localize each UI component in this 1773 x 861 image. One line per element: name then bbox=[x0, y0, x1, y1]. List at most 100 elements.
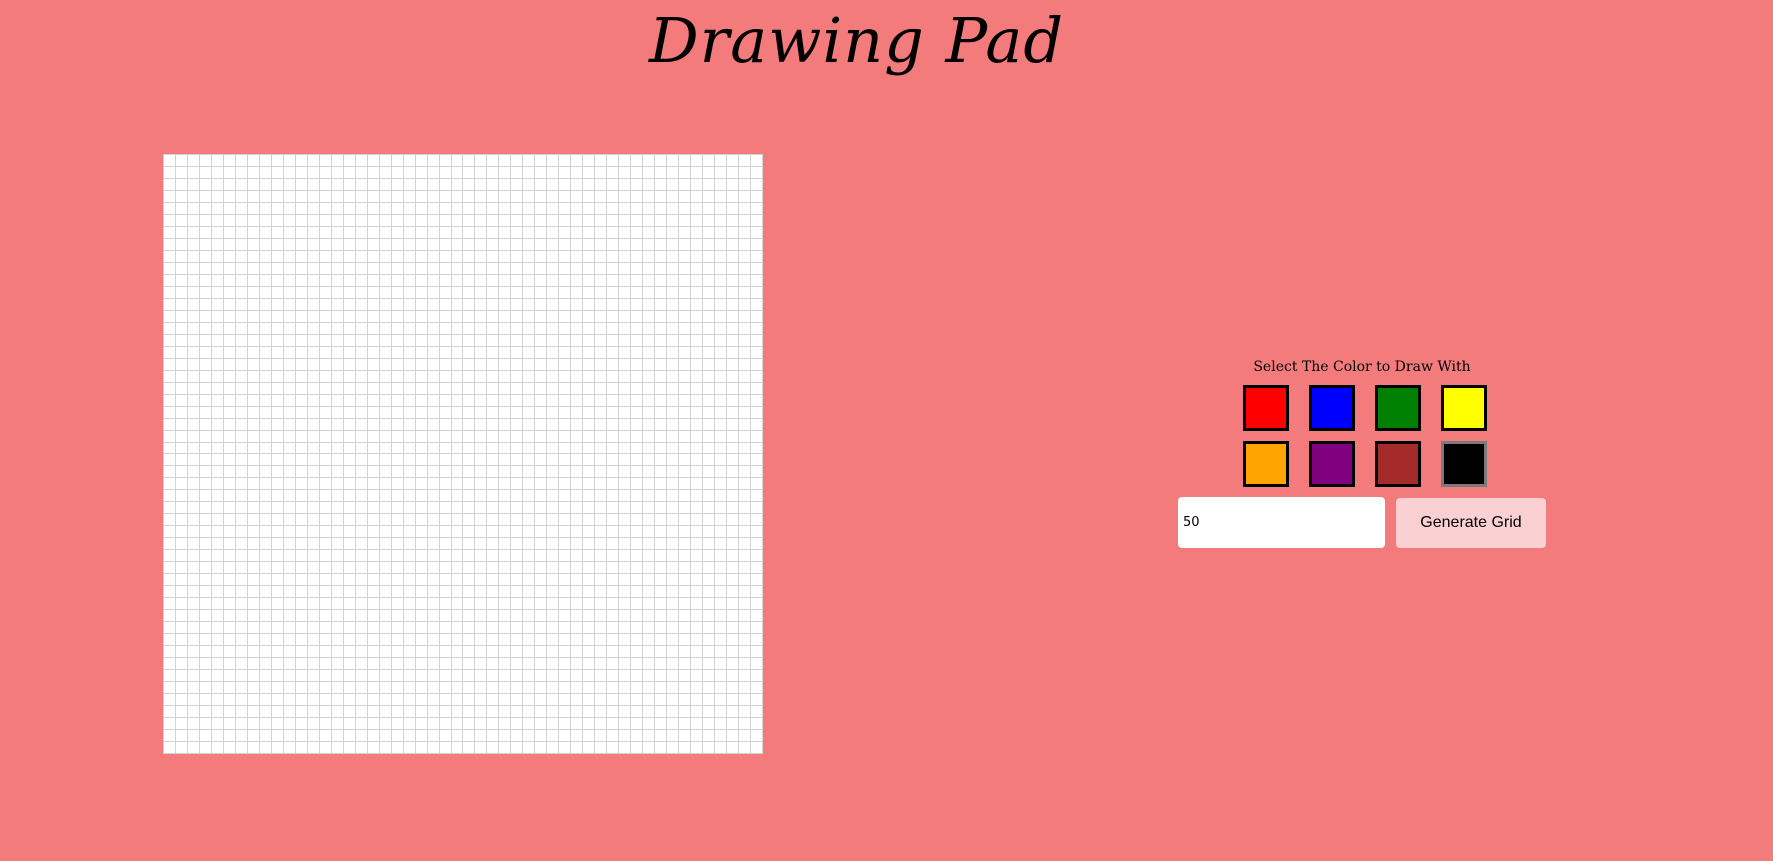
grid-cell[interactable] bbox=[691, 478, 704, 491]
grid-cell[interactable] bbox=[571, 742, 584, 754]
grid-cell[interactable] bbox=[427, 526, 440, 539]
grid-cell[interactable] bbox=[164, 178, 176, 191]
grid-cell[interactable] bbox=[571, 394, 584, 407]
grid-cell[interactable] bbox=[439, 322, 452, 335]
grid-cell[interactable] bbox=[271, 514, 284, 527]
grid-cell[interactable] bbox=[475, 742, 488, 754]
grid-cell[interactable] bbox=[271, 550, 284, 563]
grid-cell[interactable] bbox=[547, 370, 560, 383]
grid-cell[interactable] bbox=[475, 526, 488, 539]
grid-cell[interactable] bbox=[475, 694, 488, 707]
grid-cell[interactable] bbox=[727, 478, 740, 491]
grid-cell[interactable] bbox=[643, 382, 656, 395]
grid-cell[interactable] bbox=[319, 574, 332, 587]
grid-cell[interactable] bbox=[751, 155, 763, 167]
grid-cell[interactable] bbox=[187, 358, 200, 371]
grid-cell[interactable] bbox=[211, 202, 224, 215]
grid-cell[interactable] bbox=[607, 334, 620, 347]
grid-cell[interactable] bbox=[451, 526, 464, 539]
grid-cell[interactable] bbox=[583, 286, 596, 299]
grid-cell[interactable] bbox=[247, 430, 260, 443]
grid-cell[interactable] bbox=[475, 682, 488, 695]
grid-cell[interactable] bbox=[259, 358, 272, 371]
grid-cell[interactable] bbox=[391, 562, 404, 575]
grid-cell[interactable] bbox=[199, 310, 212, 323]
grid-cell[interactable] bbox=[343, 538, 356, 551]
grid-cell[interactable] bbox=[164, 238, 176, 251]
grid-cell[interactable] bbox=[499, 646, 512, 659]
grid-cell[interactable] bbox=[367, 334, 380, 347]
grid-cell[interactable] bbox=[667, 178, 680, 191]
grid-cell[interactable] bbox=[175, 262, 188, 275]
grid-cell[interactable] bbox=[655, 694, 668, 707]
grid-cell[interactable] bbox=[631, 238, 644, 251]
grid-cell[interactable] bbox=[247, 166, 260, 179]
grid-cell[interactable] bbox=[715, 502, 728, 515]
grid-cell[interactable] bbox=[571, 442, 584, 455]
grid-cell[interactable] bbox=[175, 430, 188, 443]
grid-cell[interactable] bbox=[715, 418, 728, 431]
grid-cell[interactable] bbox=[355, 214, 368, 227]
grid-cell[interactable] bbox=[175, 598, 188, 611]
grid-cell[interactable] bbox=[463, 214, 476, 227]
grid-cell[interactable] bbox=[535, 574, 548, 587]
grid-cell[interactable] bbox=[655, 634, 668, 647]
grid-cell[interactable] bbox=[379, 478, 392, 491]
grid-cell[interactable] bbox=[199, 166, 212, 179]
grid-cell[interactable] bbox=[475, 274, 488, 287]
grid-cell[interactable] bbox=[247, 298, 260, 311]
grid-cell[interactable] bbox=[511, 250, 524, 263]
grid-cell[interactable] bbox=[547, 238, 560, 251]
grid-cell[interactable] bbox=[655, 526, 668, 539]
grid-cell[interactable] bbox=[739, 682, 752, 695]
grid-cell[interactable] bbox=[619, 526, 632, 539]
grid-cell[interactable] bbox=[319, 394, 332, 407]
grid-cell[interactable] bbox=[667, 346, 680, 359]
grid-cell[interactable] bbox=[715, 202, 728, 215]
grid-cell[interactable] bbox=[463, 514, 476, 527]
grid-cell[interactable] bbox=[295, 346, 308, 359]
grid-cell[interactable] bbox=[223, 238, 236, 251]
grid-cell[interactable] bbox=[415, 670, 428, 683]
grid-cell[interactable] bbox=[439, 238, 452, 251]
grid-cell[interactable] bbox=[703, 274, 716, 287]
grid-cell[interactable] bbox=[295, 574, 308, 587]
grid-cell[interactable] bbox=[727, 454, 740, 467]
grid-cell[interactable] bbox=[715, 190, 728, 203]
grid-cell[interactable] bbox=[631, 155, 644, 167]
grid-cell[interactable] bbox=[523, 202, 536, 215]
grid-cell[interactable] bbox=[367, 382, 380, 395]
grid-cell[interactable] bbox=[667, 202, 680, 215]
grid-cell[interactable] bbox=[391, 682, 404, 695]
grid-cell[interactable] bbox=[175, 646, 188, 659]
grid-cell[interactable] bbox=[487, 622, 500, 635]
grid-cell[interactable] bbox=[667, 526, 680, 539]
grid-cell[interactable] bbox=[379, 502, 392, 515]
grid-cell[interactable] bbox=[199, 550, 212, 563]
grid-cell[interactable] bbox=[715, 262, 728, 275]
grid-cell[interactable] bbox=[739, 706, 752, 719]
grid-cell[interactable] bbox=[451, 322, 464, 335]
grid-cell[interactable] bbox=[715, 694, 728, 707]
grid-cell[interactable] bbox=[427, 502, 440, 515]
grid-cell[interactable] bbox=[559, 526, 572, 539]
grid-cell[interactable] bbox=[475, 298, 488, 311]
grid-cell[interactable] bbox=[643, 166, 656, 179]
grid-cell[interactable] bbox=[187, 670, 200, 683]
grid-cell[interactable] bbox=[535, 358, 548, 371]
grid-cell[interactable] bbox=[415, 370, 428, 383]
grid-cell[interactable] bbox=[164, 334, 176, 347]
grid-cell[interactable] bbox=[223, 478, 236, 491]
grid-cell[interactable] bbox=[391, 526, 404, 539]
grid-cell[interactable] bbox=[259, 226, 272, 239]
grid-cell[interactable] bbox=[751, 526, 763, 539]
grid-cell[interactable] bbox=[595, 238, 608, 251]
grid-cell[interactable] bbox=[307, 214, 320, 227]
grid-cell[interactable] bbox=[643, 730, 656, 743]
grid-cell[interactable] bbox=[595, 502, 608, 515]
grid-cell[interactable] bbox=[463, 178, 476, 191]
grid-cell[interactable] bbox=[655, 226, 668, 239]
grid-cell[interactable] bbox=[739, 322, 752, 335]
grid-cell[interactable] bbox=[271, 190, 284, 203]
grid-cell[interactable] bbox=[547, 514, 560, 527]
